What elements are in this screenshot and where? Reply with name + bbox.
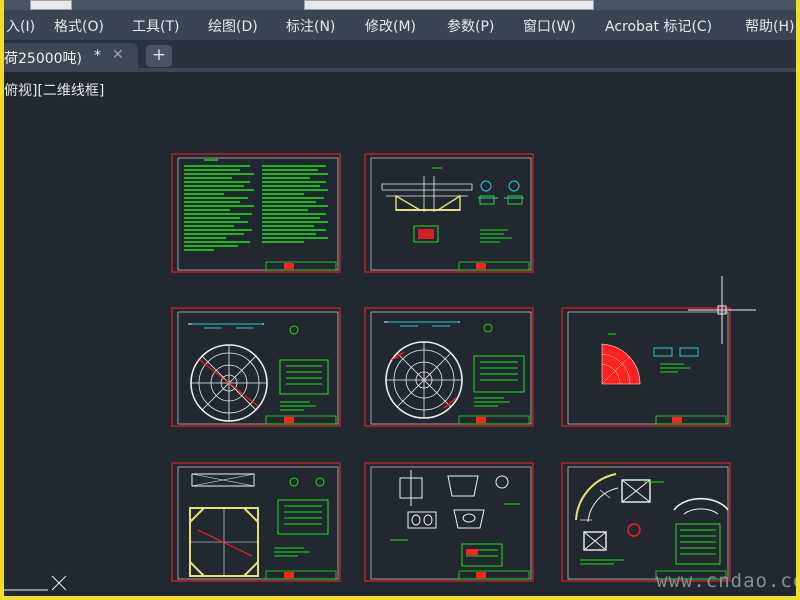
drawing-sheet-5[interactable] <box>561 307 731 427</box>
watermark-text: www.cndao.com <box>656 570 796 592</box>
crosshair-cursor-icon <box>688 276 756 344</box>
drawing-sheet-3[interactable] <box>171 307 341 427</box>
drawing-sheet-6[interactable] <box>171 462 341 582</box>
drawing-sheet-2[interactable] <box>364 153 534 273</box>
drawing-sheet-4[interactable] <box>364 307 534 427</box>
drawing-sheet-1[interactable] <box>171 153 341 273</box>
drawing-sheet-7[interactable] <box>364 462 534 582</box>
model-space-canvas[interactable] <box>4 0 796 596</box>
cad-application-window: 入(I) 格式(O) 工具(T) 绘图(D) 标注(N) 修改(M) 参数(P) 窗口(W) A… <box>4 0 796 596</box>
drawing-sheet-8[interactable] <box>561 462 731 582</box>
ucs-icon <box>4 575 67 591</box>
